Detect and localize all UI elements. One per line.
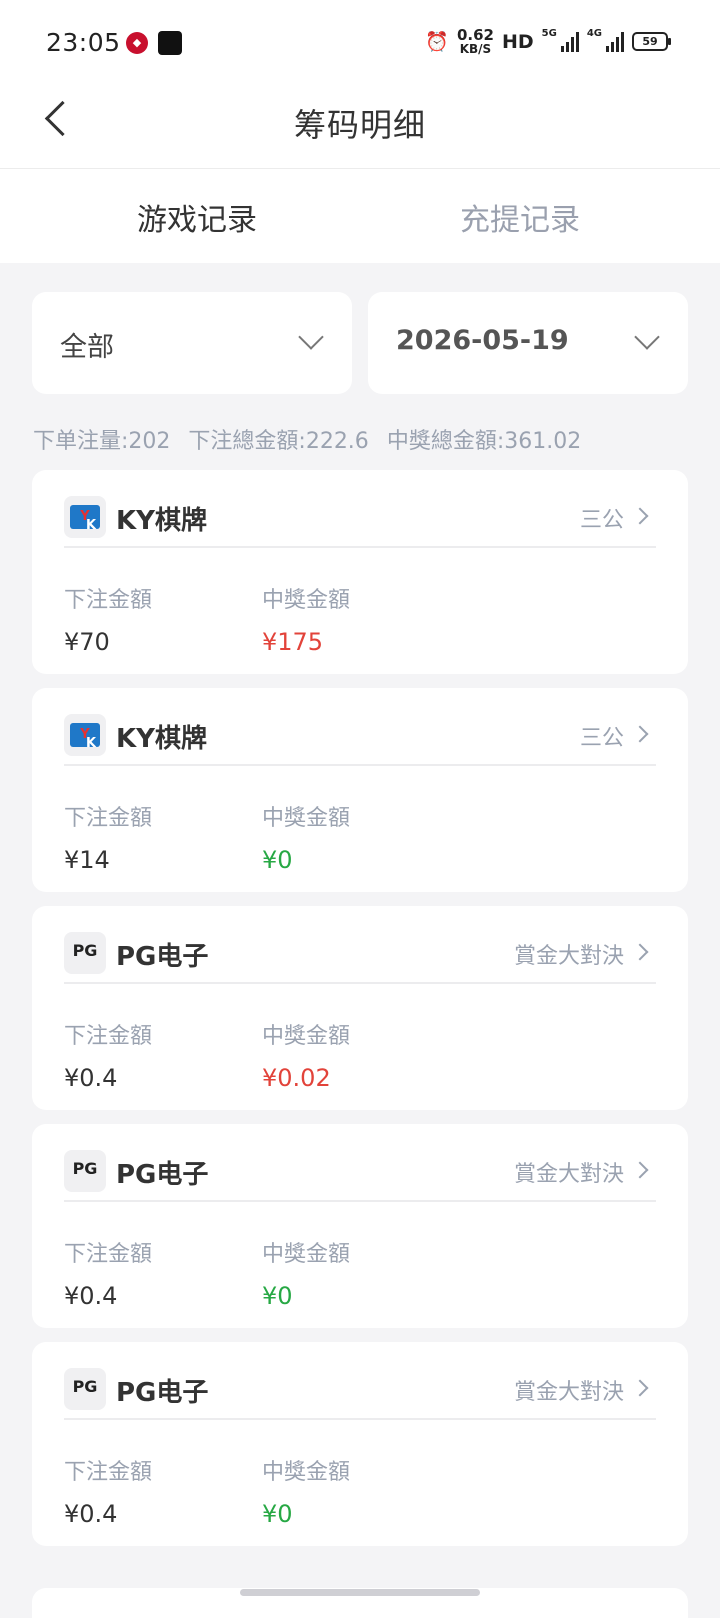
provider-name: KY棋牌 [116,724,207,754]
status-icons: ⏰ 0.62 KB/S HD 5G 4G 59 [425,26,671,56]
battery-icon: 59 [632,32,671,51]
provider-name: PG电子 [116,1160,209,1190]
bank-app-icon: ◆ [126,32,148,54]
category-value: 全部 [60,332,114,363]
divider [64,1418,656,1420]
network-type-4g: 4G [586,28,602,39]
signal-icon [560,31,579,52]
game-name: 三公 [579,508,624,533]
chevron-right-icon [631,1379,649,1397]
alarm-icon: ⏰ [425,31,449,53]
divider [64,982,656,984]
chevron-right-icon [631,943,649,961]
game-name: 賞金大對決 [513,944,624,969]
bet-total: 下注總金額:222.6 [188,429,369,454]
record-tabs: 游戏记录 充提记录 [0,169,720,263]
chevron-down-icon [634,324,660,350]
win-label: 中獎金額 [262,806,351,831]
provider-name: PG电子 [116,1378,209,1408]
game-name: 賞金大對決 [513,1380,624,1405]
order-count: 下单注量:202 [33,429,171,454]
chevron-right-icon [631,1161,649,1179]
chevron-right-icon [631,725,649,743]
game-name: 賞金大對決 [513,1162,624,1187]
divider [64,546,656,548]
divider [64,1200,656,1202]
provider-name: KY棋牌 [116,506,207,536]
pg-logo-icon: PG [64,1368,106,1410]
win-amount: ¥0.02 [262,1064,331,1092]
win-amount: ¥0 [262,846,293,874]
chevron-down-icon [298,324,324,350]
record-card[interactable]: PG PG电子 賞金大對決 下注金額 中獎金額 ¥0.4 ¥0 [32,1342,688,1546]
win-amount: ¥0 [262,1500,293,1528]
win-label: 中獎金額 [262,1024,351,1049]
win-label: 中獎金額 [262,1460,351,1485]
record-card[interactable]: PG PG电子 賞金大對決 下注金額 中獎金額 ¥0.4 ¥0.02 [32,906,688,1110]
win-total: 中獎總金額:361.02 [386,429,582,454]
network-speed: 0.62 KB/S [456,26,494,56]
status-time: 23:05 [46,28,121,57]
date-dropdown[interactable]: 2026-05-19 [368,292,688,394]
ky-logo-icon: KY [64,496,106,538]
app-header: 筹码明细 [0,80,720,169]
pg-logo-icon: PG [64,932,106,974]
signal-icon-2 [606,31,624,52]
win-label: 中獎金額 [262,1242,351,1267]
chevron-right-icon [631,507,649,525]
hd-indicator: HD [501,30,534,53]
divider [64,764,656,766]
summary-line: 下单注量:202 下注總金額:222.6 中獎總金額:361.02 [33,423,581,455]
home-indicator[interactable] [240,1589,480,1596]
pg-logo-icon: PG [64,1150,106,1192]
category-dropdown[interactable]: 全部 [32,292,352,394]
bet-amount: ¥70 [64,628,110,656]
win-label: 中獎金額 [262,588,351,613]
tab-deposit-withdraw-records[interactable]: 充提记录 [400,195,640,239]
bet-label: 下注金額 [64,806,153,831]
bet-label: 下注金額 [64,1024,153,1049]
bet-amount: ¥14 [64,846,110,874]
bet-label: 下注金額 [64,588,153,613]
bet-amount: ¥0.4 [64,1282,118,1310]
bet-label: 下注金額 [64,1460,153,1485]
record-card[interactable]: KY KY棋牌 三公 下注金額 中獎金額 ¥14 ¥0 [32,688,688,892]
status-bar: 23:05 ◆ ⏰ 0.62 KB/S HD 5G 4G 59 [0,0,720,80]
bet-amount: ¥0.4 [64,1500,118,1528]
win-amount: ¥0 [262,1282,293,1310]
provider-name: PG电子 [116,942,209,972]
tiktok-app-icon [158,31,182,55]
bet-label: 下注金額 [64,1242,153,1267]
tab-game-records[interactable]: 游戏记录 [77,195,317,239]
network-type-5g: 5G [541,28,557,39]
record-card[interactable]: KY KY棋牌 三公 下注金額 中獎金額 ¥70 ¥175 [32,470,688,674]
win-amount: ¥175 [262,628,324,656]
record-card[interactable]: PG PG电子 賞金大對決 下注金額 中獎金額 ¥0.4 ¥0 [32,1124,688,1328]
bet-amount: ¥0.4 [64,1064,118,1092]
game-name: 三公 [579,726,624,751]
date-value: 2026-05-19 [396,325,569,356]
page-title: 筹码明细 [293,106,426,144]
ky-logo-icon: KY [64,714,106,756]
